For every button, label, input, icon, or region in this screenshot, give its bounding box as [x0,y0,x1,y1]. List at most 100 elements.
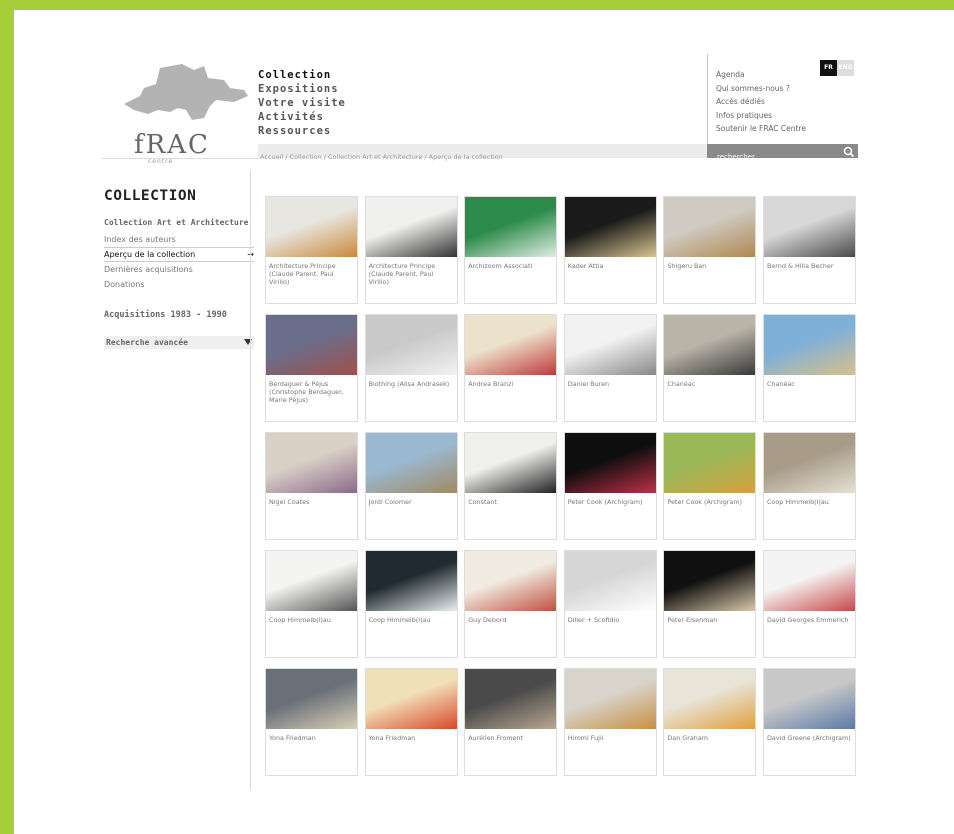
collection-card[interactable]: Nigel Coates [265,432,358,540]
artwork-thumbnail[interactable] [763,315,855,375]
collection-card[interactable]: Shigeru Ban [663,196,757,304]
artist-name[interactable]: Kader Attia [565,257,656,270]
nav-votre-visite[interactable]: Votre visite [258,96,346,110]
artist-name[interactable]: Architecture Principe (Claude Parent, Pa… [366,257,457,286]
sidebar-group-collection[interactable]: Collection Art et Architecture [104,218,254,228]
artwork-thumbnail[interactable] [365,197,457,257]
frac-logo[interactable]: fRAC centre [112,60,262,170]
artist-name[interactable]: Peter Cook (Archigram) [565,493,656,506]
artwork-thumbnail[interactable] [465,197,557,257]
artist-name[interactable]: Daniel Buren [565,375,656,388]
artwork-thumbnail[interactable] [763,433,855,493]
artist-name[interactable]: Architecture Principe (Claude Parent, Pa… [266,257,357,286]
collection-card[interactable]: David Georges Emmerich [762,550,856,658]
artwork-thumbnail[interactable] [564,669,656,729]
artwork-thumbnail[interactable] [365,669,457,729]
artist-name[interactable]: Jordi Colomer [366,493,457,506]
artist-name[interactable]: Yona Friedman [266,729,357,742]
artist-name[interactable]: Constant [465,493,556,506]
collection-card[interactable]: Berdaguer & Péjus (Christophe Berdaguer,… [265,314,358,422]
collection-card[interactable]: Biothing (Alisa Andrasek) [364,314,458,422]
util-soutenir[interactable]: Soutenir le FRAC Centre [716,122,806,136]
artwork-thumbnail[interactable] [664,551,756,611]
artist-name[interactable]: Berdaguer & Péjus (Christophe Berdaguer,… [266,375,357,404]
artwork-thumbnail[interactable] [266,315,357,375]
collection-card[interactable]: Coop Himmelb(l)au [762,432,856,540]
artwork-thumbnail[interactable] [365,551,457,611]
collection-card[interactable]: Guy Debord [464,550,558,658]
artwork-thumbnail[interactable] [564,197,656,257]
artist-name[interactable]: Chanéac [664,375,755,388]
util-agenda[interactable]: Agenda [716,68,806,82]
util-infos-pratiques[interactable]: Infos pratiques [716,109,806,123]
collection-card[interactable]: Coop Himmelb(l)au [265,550,358,658]
artwork-thumbnail[interactable] [465,669,557,729]
artwork-thumbnail[interactable] [465,315,557,375]
collection-card[interactable]: David Greene (Archigram) [762,668,856,776]
collection-card[interactable]: Kader Attia [563,196,657,304]
artist-name[interactable]: Yona Friedman [366,729,457,742]
artist-name[interactable]: David Georges Emmerich [764,611,855,624]
artwork-thumbnail[interactable] [266,433,357,493]
artist-name[interactable]: Peter Eisenman [664,611,755,624]
sidebar-item-dernieres-acquisitions[interactable]: Dernières acquisitions [104,262,254,277]
artist-name[interactable]: Shigeru Ban [664,257,755,270]
collection-card[interactable]: Dan Graham [663,668,757,776]
artwork-thumbnail[interactable] [365,315,457,375]
artist-name[interactable]: Diller + Scofidio [565,611,656,624]
artwork-thumbnail[interactable] [763,551,855,611]
sidebar-item-donations[interactable]: Donations [104,277,254,292]
artwork-thumbnail[interactable] [266,551,357,611]
collection-card[interactable]: Jordi Colomer [364,432,458,540]
artwork-thumbnail[interactable] [664,315,756,375]
artwork-thumbnail[interactable] [763,669,855,729]
breadcrumb-text[interactable]: Accueil / Collection / Collection Art et… [258,153,503,161]
search-button[interactable] [840,144,858,158]
artwork-thumbnail[interactable] [365,433,457,493]
artist-name[interactable]: Andrea Branzi [465,375,556,388]
collection-card[interactable]: Yona Friedman [265,668,358,776]
advanced-search-toggle[interactable]: Recherche avancée [104,335,254,349]
collection-card[interactable]: Chanéac [663,314,757,422]
artist-name[interactable]: David Greene (Archigram) [764,729,855,742]
search-input[interactable]: rechercher [707,144,840,161]
collection-card[interactable]: Peter Eisenman [663,550,757,658]
nav-ressources[interactable]: Ressources [258,124,346,138]
artist-name[interactable]: Coop Himmelb(l)au [366,611,457,624]
artwork-thumbnail[interactable] [664,669,756,729]
nav-collection[interactable]: Collection [258,68,346,82]
artist-name[interactable]: Aurélien Froment [465,729,556,742]
artist-name[interactable]: Coop Himmelb(l)au [764,493,855,506]
collection-card[interactable]: Constant [464,432,558,540]
artist-name[interactable]: Hiromi Fujii [565,729,656,742]
collection-card[interactable]: Peter Cook (Archigram) [663,432,757,540]
collection-card[interactable]: Andrea Branzi [464,314,558,422]
artist-name[interactable]: Nigel Coates [266,493,357,506]
collection-card[interactable]: Daniel Buren [563,314,657,422]
collection-card[interactable]: Diller + Scofidio [563,550,657,658]
artist-name[interactable]: Archizoom Associati [465,257,556,270]
artwork-thumbnail[interactable] [564,551,656,611]
collection-card[interactable]: Bernd & Hilla Becher [762,196,856,304]
artwork-thumbnail[interactable] [763,197,855,257]
artist-name[interactable]: Dan Graham [664,729,755,742]
lang-eng-button[interactable]: ENG [837,60,854,76]
artwork-thumbnail[interactable] [564,433,656,493]
lang-fr-button[interactable]: FR [820,60,837,76]
collection-card[interactable]: Peter Cook (Archigram) [563,432,657,540]
artist-name[interactable]: Coop Himmelb(l)au [266,611,357,624]
collection-card[interactable]: Chanéac [762,314,856,422]
collection-card[interactable]: Hiromi Fujii [563,668,657,776]
artwork-thumbnail[interactable] [266,669,357,729]
artwork-thumbnail[interactable] [266,197,357,257]
artist-name[interactable]: Biothing (Alisa Andrasek) [366,375,457,388]
artist-name[interactable]: Guy Debord [465,611,556,624]
collection-card[interactable]: Coop Himmelb(l)au [364,550,458,658]
util-qui-sommes-nous[interactable]: Qui sommes-nous ? [716,82,806,96]
util-acces-dedies[interactable]: Accès dédiés [716,95,806,109]
collection-card[interactable]: Yona Friedman [364,668,458,776]
sidebar-item-acquisitions[interactable]: Acquisitions 1983 - 1990 [104,310,254,320]
collection-card[interactable]: Architecture Principe (Claude Parent, Pa… [364,196,458,304]
collection-card[interactable]: Architecture Principe (Claude Parent, Pa… [265,196,358,304]
artwork-thumbnail[interactable] [664,433,756,493]
